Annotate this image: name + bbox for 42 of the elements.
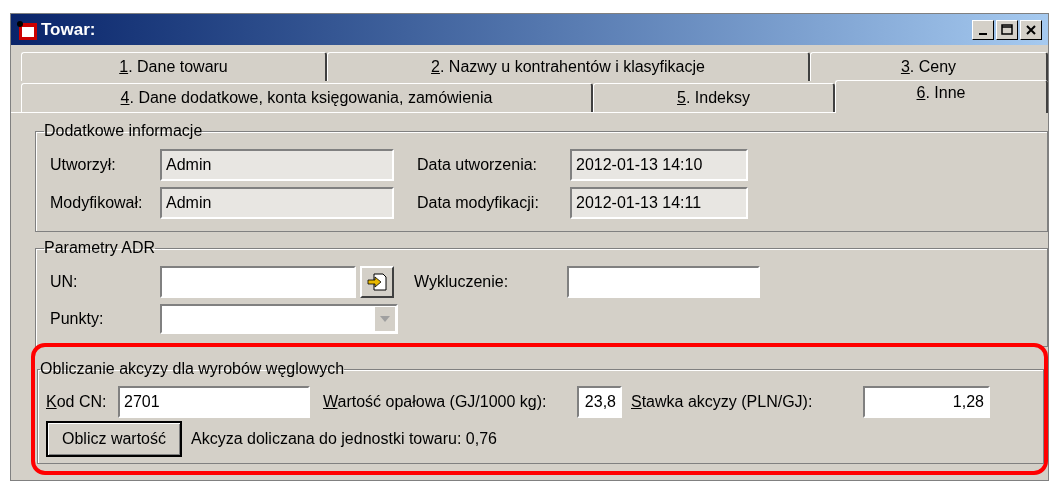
input-field[interactable]: 2701 — [118, 386, 310, 418]
tab[interactable]: 4. Dane dodatkowe, konta księgowania, zamówienia — [21, 83, 593, 112]
group-title: Dodatkowe informacje — [44, 121, 203, 141]
result-text: Akcyza doliczana do jednostki towaru: 0,76 — [191, 429, 497, 449]
input-field[interactable] — [160, 266, 356, 298]
input-field[interactable]: Admin — [160, 187, 394, 219]
window-title: Towar: — [41, 18, 96, 41]
input-field[interactable]: 1,28 — [863, 386, 990, 418]
minimize-icon — [979, 32, 987, 35]
maximize-icon — [1001, 24, 1013, 35]
group-title: Obliczanie akcyzy dla wyrobów węglowych — [40, 359, 345, 379]
tab[interactable]: 1. Dane towaru — [21, 52, 327, 81]
close-button[interactable] — [1020, 19, 1042, 40]
field-label: Data utworzenia: — [417, 155, 539, 175]
field-label: UN: — [50, 272, 79, 292]
maximize-button[interactable] — [996, 19, 1018, 40]
dropdown-arrow-icon — [380, 316, 390, 322]
tab[interactable]: 2. Nazwy u kontrahentów i klasyfikacje — [327, 52, 810, 81]
minimize-button[interactable] — [972, 19, 994, 40]
calculate-button[interactable]: Oblicz wartość — [46, 421, 182, 457]
tab[interactable]: 6. Inne — [835, 80, 1048, 113]
tab[interactable]: 5. Indeksy — [593, 83, 835, 112]
input-field[interactable]: Admin — [160, 149, 394, 181]
field-label: Kod CN: — [46, 392, 108, 412]
field-label: Data modyfikacji: — [417, 193, 540, 213]
field-label: Utworzył: — [50, 155, 117, 175]
input-field[interactable]: 2012-01-13 14:10 — [570, 149, 748, 181]
input-field[interactable]: 2012-01-13 14:11 — [570, 187, 748, 219]
lookup-button[interactable] — [360, 266, 394, 298]
field-label: Stawka akcyzy (PLN/GJ): — [631, 392, 814, 412]
app-logo-icon — [15, 19, 37, 40]
document-arrow-icon — [366, 272, 388, 292]
field-label: Modyfikował: — [50, 193, 144, 213]
input-field[interactable] — [567, 266, 760, 298]
dropdown[interactable] — [160, 304, 398, 334]
field-label: Punkty: — [50, 309, 105, 329]
field-label: Wykluczenie: — [414, 272, 510, 292]
tab[interactable]: 3. Ceny — [810, 52, 1048, 81]
input-field[interactable]: 23,8 — [577, 386, 622, 418]
group-title: Parametry ADR — [44, 238, 156, 258]
close-icon — [1026, 24, 1036, 35]
field-label: Wartość opałowa (GJ/1000 kg): — [323, 392, 548, 412]
